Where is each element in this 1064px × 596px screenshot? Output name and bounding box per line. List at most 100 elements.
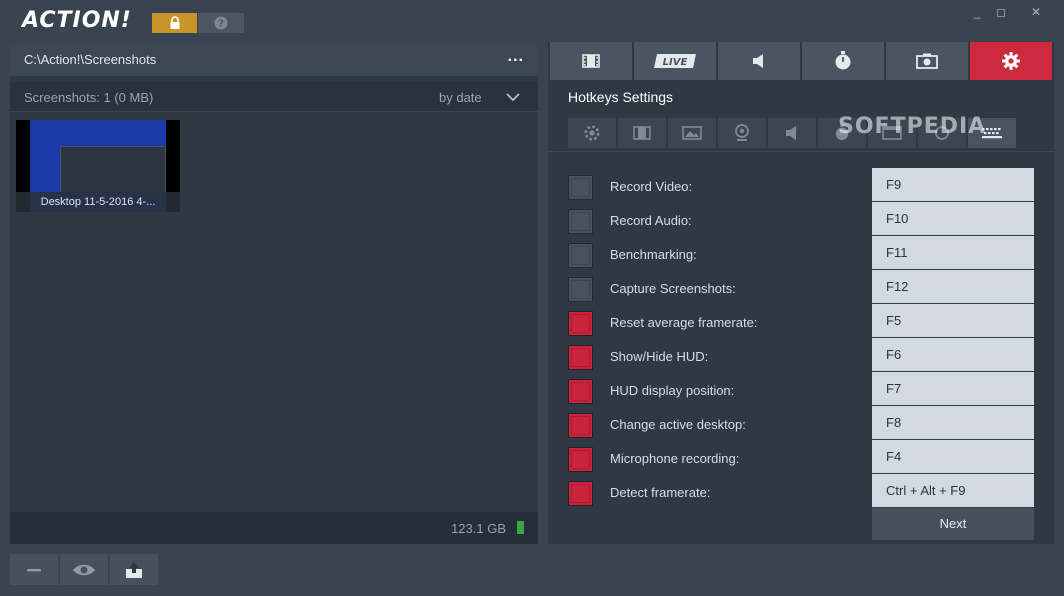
hotkey-row: Record Video: F9 [548,168,1054,201]
hotkey-label: Capture Screenshots: [610,281,736,296]
hotkey-field[interactable]: F9 [872,168,1034,201]
tab-audio[interactable] [718,42,800,80]
window-icon [882,126,902,140]
hotkey-field[interactable]: F5 [872,304,1034,337]
page-title: Hotkeys Settings [568,89,674,105]
hotkey-row: Benchmarking: F11 [548,236,1054,269]
svg-text:?: ? [218,19,224,30]
hotkey-field[interactable]: F7 [872,372,1034,405]
lock-button[interactable] [152,13,197,33]
hotkey-field[interactable]: F6 [872,338,1034,371]
stopwatch-icon [835,51,851,70]
hotkey-label: Microphone recording: [610,451,740,466]
hotkey-row: Microphone recording: F4 [548,440,1054,473]
sort-dropdown[interactable]: by date [439,90,482,105]
hotkey-label: Benchmarking: [610,247,697,262]
app-logo: ACTION! [22,8,132,33]
hotkey-enable-checkbox[interactable] [568,345,593,370]
subtab-benchmark[interactable] [818,118,866,148]
svg-text:LIVE: LIVE [663,57,688,68]
help-icon: ? [214,16,228,30]
hotkey-row: Capture Screenshots: F12 [548,270,1054,303]
gear-icon [584,125,600,141]
live-badge: LIVE [654,54,696,68]
screenshots-panel: C:\Action!\Screenshots ... Screenshots: … [10,44,538,544]
hotkey-row: Reset average framerate: F5 [548,304,1054,337]
image-icon [682,126,702,140]
hotkey-row: Record Audio: F10 [548,202,1054,235]
hotkey-field[interactable]: F8 [872,406,1034,439]
minimize-button[interactable]: _ [966,4,988,20]
chevron-down-icon[interactable] [506,92,520,102]
delete-button[interactable] [10,554,58,585]
hotkey-label: Record Video: [610,179,693,194]
upload-button[interactable] [110,554,158,585]
tab-live[interactable]: LIVE [634,42,716,80]
hotkey-label: Record Audio: [610,213,692,228]
hotkey-field[interactable]: F12 [872,270,1034,303]
tab-screenshot[interactable] [886,42,968,80]
tab-video[interactable] [550,42,632,80]
speaker-icon [753,54,763,68]
subtab-hotkeys[interactable] [968,118,1016,148]
hotkey-enable-checkbox[interactable] [568,175,593,200]
hotkey-field[interactable]: F11 [872,236,1034,269]
lock-icon [170,16,179,29]
hotkey-row: HUD display position: F7 [548,372,1054,405]
gear-icon [1002,52,1020,70]
help-button[interactable]: ? [198,13,244,33]
browse-folder-button[interactable]: ... [508,48,524,66]
hotkey-enable-checkbox[interactable] [568,481,593,506]
film-icon [633,126,651,140]
camera-icon [916,53,938,69]
hotkey-field[interactable]: F10 [872,202,1034,235]
hotkey-row: Detect framerate: Ctrl + Alt + F9 [548,474,1054,507]
hotkey-enable-checkbox[interactable] [568,311,593,336]
hotkey-enable-checkbox[interactable] [568,413,593,438]
subtab-audio[interactable] [768,118,816,148]
subtab-webcam[interactable] [718,118,766,148]
subtab-other[interactable] [918,118,966,148]
hotkey-enable-checkbox[interactable] [568,209,593,234]
film-icon [582,54,600,68]
tab-benchmark[interactable] [802,42,884,80]
subtab-image[interactable] [668,118,716,148]
title-bar: ACTION! ? _ ◻ ✕ [0,0,1064,42]
thumbnail-caption: Desktop 11-5-2016 4-... [16,192,180,212]
screenshot-thumbnail[interactable]: Desktop 11-5-2016 4-... [16,120,180,212]
settings-panel: LIVE Hotkeys Settings SOFTPEDIA Record V… [548,42,1054,544]
hotkey-field[interactable]: Ctrl + Alt + F9 [872,474,1034,507]
storage-free: 123.1 GB [451,521,506,536]
tab-settings[interactable] [970,42,1052,80]
minus-icon [27,568,41,571]
eye-icon [73,564,95,575]
preview-button[interactable] [60,554,108,585]
screenshots-count: Screenshots: 1 (0 MB) [24,90,154,105]
stopwatch-icon [835,124,849,141]
hotkey-field[interactable]: F4 [872,440,1034,473]
upload-icon [126,561,142,578]
hotkey-enable-checkbox[interactable] [568,277,593,302]
hotkey-row: Show/Hide HUD: F6 [548,338,1054,371]
restore-button[interactable]: ◻ [990,4,1012,20]
storage-indicator-icon [517,521,524,534]
hotkey-label: Show/Hide HUD: [610,349,709,364]
divider [548,151,1054,152]
hotkey-label: HUD display position: [610,383,735,398]
next-button[interactable]: Next [872,508,1034,540]
hotkey-label: Reset average framerate: [610,315,758,330]
hotkey-row: Change active desktop: F8 [548,406,1054,439]
subtab-display[interactable] [868,118,916,148]
screenshots-header: Screenshots: 1 (0 MB) by date [10,82,538,112]
hotkey-enable-checkbox[interactable] [568,243,593,268]
close-button[interactable]: ✕ [1016,4,1056,20]
keyboard-icon [982,128,1002,139]
misc-icon [935,126,949,140]
hotkey-enable-checkbox[interactable] [568,447,593,472]
folder-path-bar: C:\Action!\Screenshots ... [10,44,538,76]
hotkey-label: Detect framerate: [610,485,711,500]
hotkey-label: Change active desktop: [610,417,746,432]
subtab-video[interactable] [618,118,666,148]
subtab-general[interactable] [568,118,616,148]
hotkey-enable-checkbox[interactable] [568,379,593,404]
